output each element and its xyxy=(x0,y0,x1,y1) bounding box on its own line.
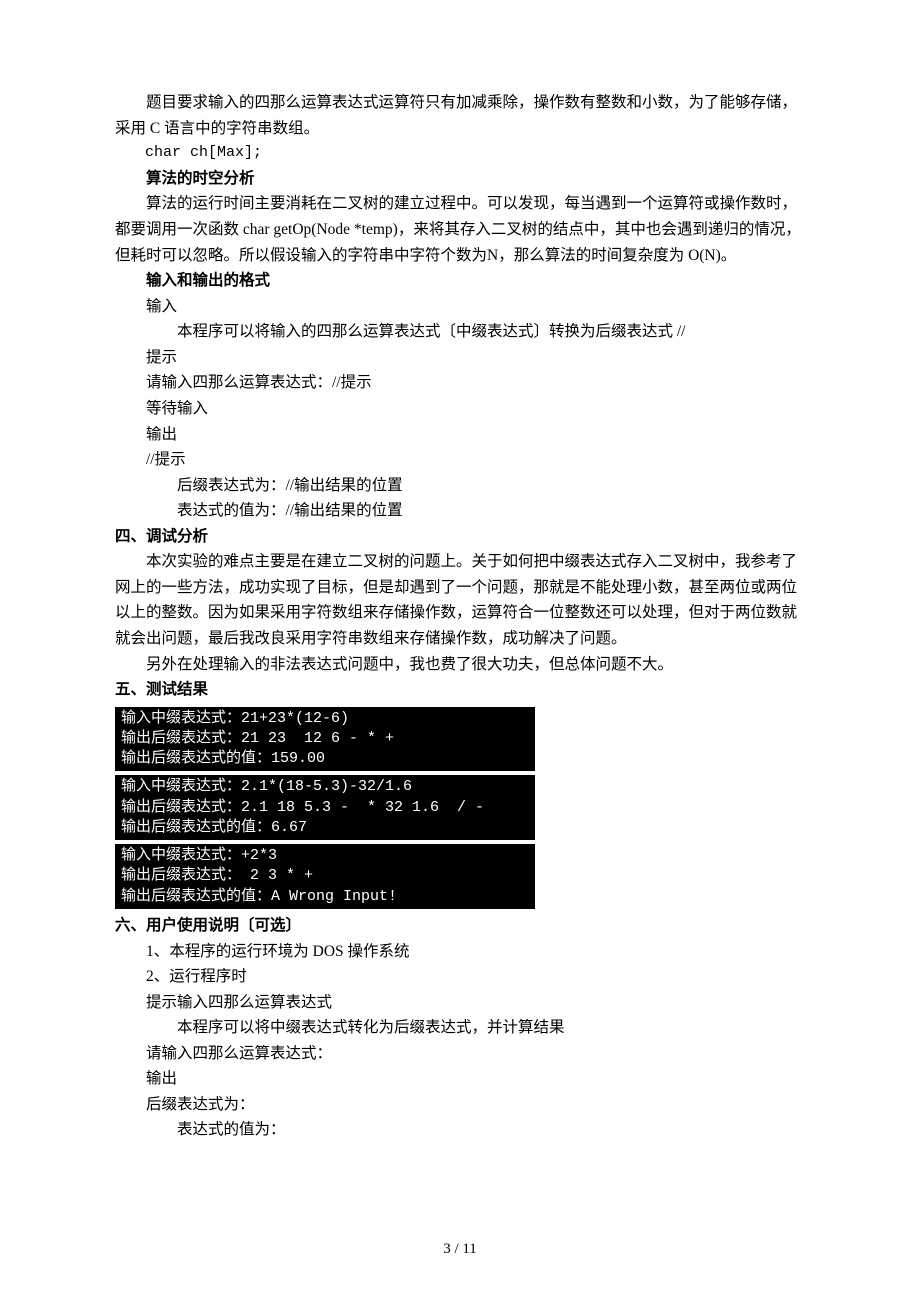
console-line: 输入中缀表达式：+2*3 xyxy=(121,847,277,864)
io-value: 表达式的值为：//输出结果的位置 xyxy=(115,498,805,524)
usage-line: 表达式的值为： xyxy=(115,1117,805,1143)
usage-line: 提示输入四那么运算表达式 xyxy=(115,990,805,1016)
heading-debug: 四、调试分析 xyxy=(115,524,805,550)
console-line: 输出后缀表达式的值：159.00 xyxy=(121,750,325,767)
heading-io: 输入和输出的格式 xyxy=(115,268,805,294)
console-line: 输入中缀表达式：21+23*(12-6) xyxy=(121,710,349,727)
io-output-label: 输出 xyxy=(115,422,805,448)
console-block-2: 输入中缀表达式：2.1*(18-5.3)-32/1.6 输出后缀表达式：2.1 … xyxy=(115,775,535,840)
paragraph-intro: 题目要求输入的四那么运算表达式运算符只有加减乘除，操作数有整数和小数，为了能够存… xyxy=(115,90,805,141)
paragraph-debug-2: 另外在处理输入的非法表达式问题中，我也费了很大功夫，但总体问题不大。 xyxy=(115,652,805,678)
io-hint-label: 提示 xyxy=(115,345,805,371)
console-line: 输出后缀表达式：21 23 12 6 - * + xyxy=(121,730,394,747)
io-postfix: 后缀表达式为：//输出结果的位置 xyxy=(115,473,805,499)
code-line: char ch[Max]; xyxy=(115,141,805,166)
io-desc: 本程序可以将输入的四那么运算表达式〔中缀表达式〕转换为后缀表达式 // xyxy=(115,319,805,345)
page: 题目要求输入的四那么运算表达式运算符只有加减乘除，操作数有整数和小数，为了能够存… xyxy=(0,0,920,1302)
io-hint2: //提示 xyxy=(115,447,805,473)
usage-line: 1、本程序的运行环境为 DOS 操作系统 xyxy=(115,939,805,965)
io-prompt: 请输入四那么运算表达式：//提示 xyxy=(115,370,805,396)
io-wait: 等待输入 xyxy=(115,396,805,422)
io-input-label: 输入 xyxy=(115,294,805,320)
console-block-3: 输入中缀表达式：+2*3 输出后缀表达式： 2 3 * + 输出后缀表达式的值：… xyxy=(115,844,535,909)
console-line: 输出后缀表达式的值：A Wrong Input! xyxy=(121,888,397,905)
heading-test: 五、测试结果 xyxy=(115,677,805,703)
paragraph-algo: 算法的运行时间主要消耗在二叉树的建立过程中。可以发现，每当遇到一个运算符或操作数… xyxy=(115,191,805,268)
usage-line: 后缀表达式为： xyxy=(115,1092,805,1118)
console-line: 输出后缀表达式的值：6.67 xyxy=(121,819,307,836)
heading-algo: 算法的时空分析 xyxy=(115,166,805,192)
usage-line: 本程序可以将中缀表达式转化为后缀表达式，并计算结果 xyxy=(115,1015,805,1041)
usage-line: 请输入四那么运算表达式： xyxy=(115,1041,805,1067)
console-block-1: 输入中缀表达式：21+23*(12-6) 输出后缀表达式：21 23 12 6 … xyxy=(115,707,535,772)
console-line: 输出后缀表达式： 2 3 * + xyxy=(121,867,313,884)
paragraph-debug-1: 本次实验的难点主要是在建立二叉树的问题上。关于如何把中缀表达式存入二叉树中，我参… xyxy=(115,549,805,651)
console-line: 输入中缀表达式：2.1*(18-5.3)-32/1.6 xyxy=(121,778,412,795)
usage-line: 输出 xyxy=(115,1066,805,1092)
console-line: 输出后缀表达式：2.1 18 5.3 - * 32 1.6 / - xyxy=(121,799,484,816)
heading-usage: 六、用户使用说明〔可选〕 xyxy=(115,913,805,939)
page-number: 3 / 11 xyxy=(0,1237,920,1262)
usage-line: 2、运行程序时 xyxy=(115,964,805,990)
